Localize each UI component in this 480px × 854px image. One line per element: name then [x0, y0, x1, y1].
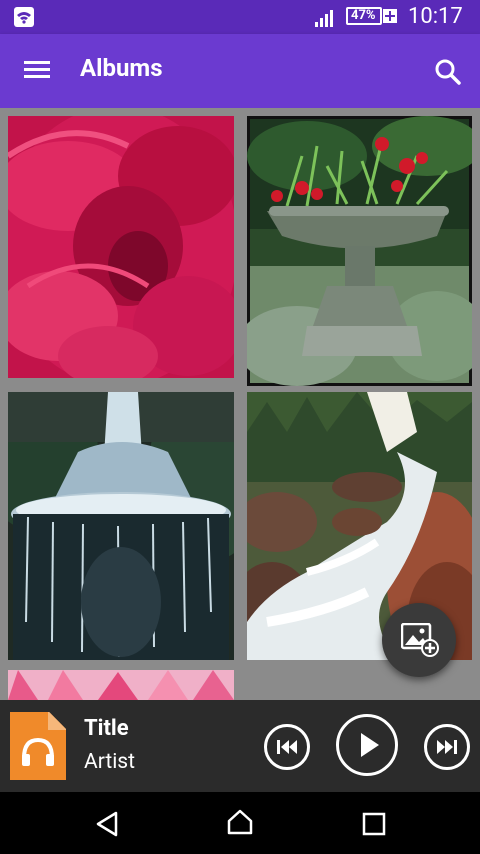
now-playing-bar[interactable]: Title Artist: [0, 700, 480, 792]
skip-previous-icon: [277, 740, 297, 754]
previous-button[interactable]: [264, 724, 310, 770]
home-icon[interactable]: [226, 808, 254, 836]
menu-icon[interactable]: [24, 60, 50, 80]
battery-icon: 47%: [346, 7, 382, 25]
play-icon: [361, 733, 379, 757]
album-tile-pink-flowers[interactable]: [8, 670, 234, 700]
signal-icon: [315, 10, 333, 27]
app-bar: Albums: [0, 34, 480, 108]
album-tile-fountain[interactable]: [8, 392, 234, 660]
skip-next-icon: [437, 740, 457, 754]
album-tile-red-flower[interactable]: [8, 116, 234, 378]
track-artist: Artist: [84, 750, 136, 774]
recents-icon[interactable]: [362, 812, 386, 836]
album-art: [10, 712, 66, 780]
search-icon[interactable]: [434, 58, 462, 86]
battery-percent: 47%: [351, 8, 376, 23]
battery-plus-icon: [383, 9, 397, 23]
add-image-icon: [401, 623, 439, 657]
track-title: Title: [84, 716, 129, 741]
album-cover: [8, 116, 234, 378]
system-nav-bar: [0, 792, 480, 854]
page-title: Albums: [80, 54, 163, 82]
album-tile-garden-urn[interactable]: [247, 116, 472, 386]
status-bar: 47% 10:17: [0, 0, 480, 34]
album-cover: [247, 116, 472, 386]
next-button[interactable]: [424, 724, 470, 770]
back-icon[interactable]: [94, 810, 120, 838]
add-album-button[interactable]: [382, 603, 456, 677]
album-cover: [8, 392, 234, 660]
play-button[interactable]: [336, 714, 398, 776]
headphones-icon: [22, 737, 54, 766]
wifi-notification-icon: [14, 7, 34, 27]
album-cover: [8, 670, 234, 700]
clock: 10:17: [408, 4, 463, 29]
